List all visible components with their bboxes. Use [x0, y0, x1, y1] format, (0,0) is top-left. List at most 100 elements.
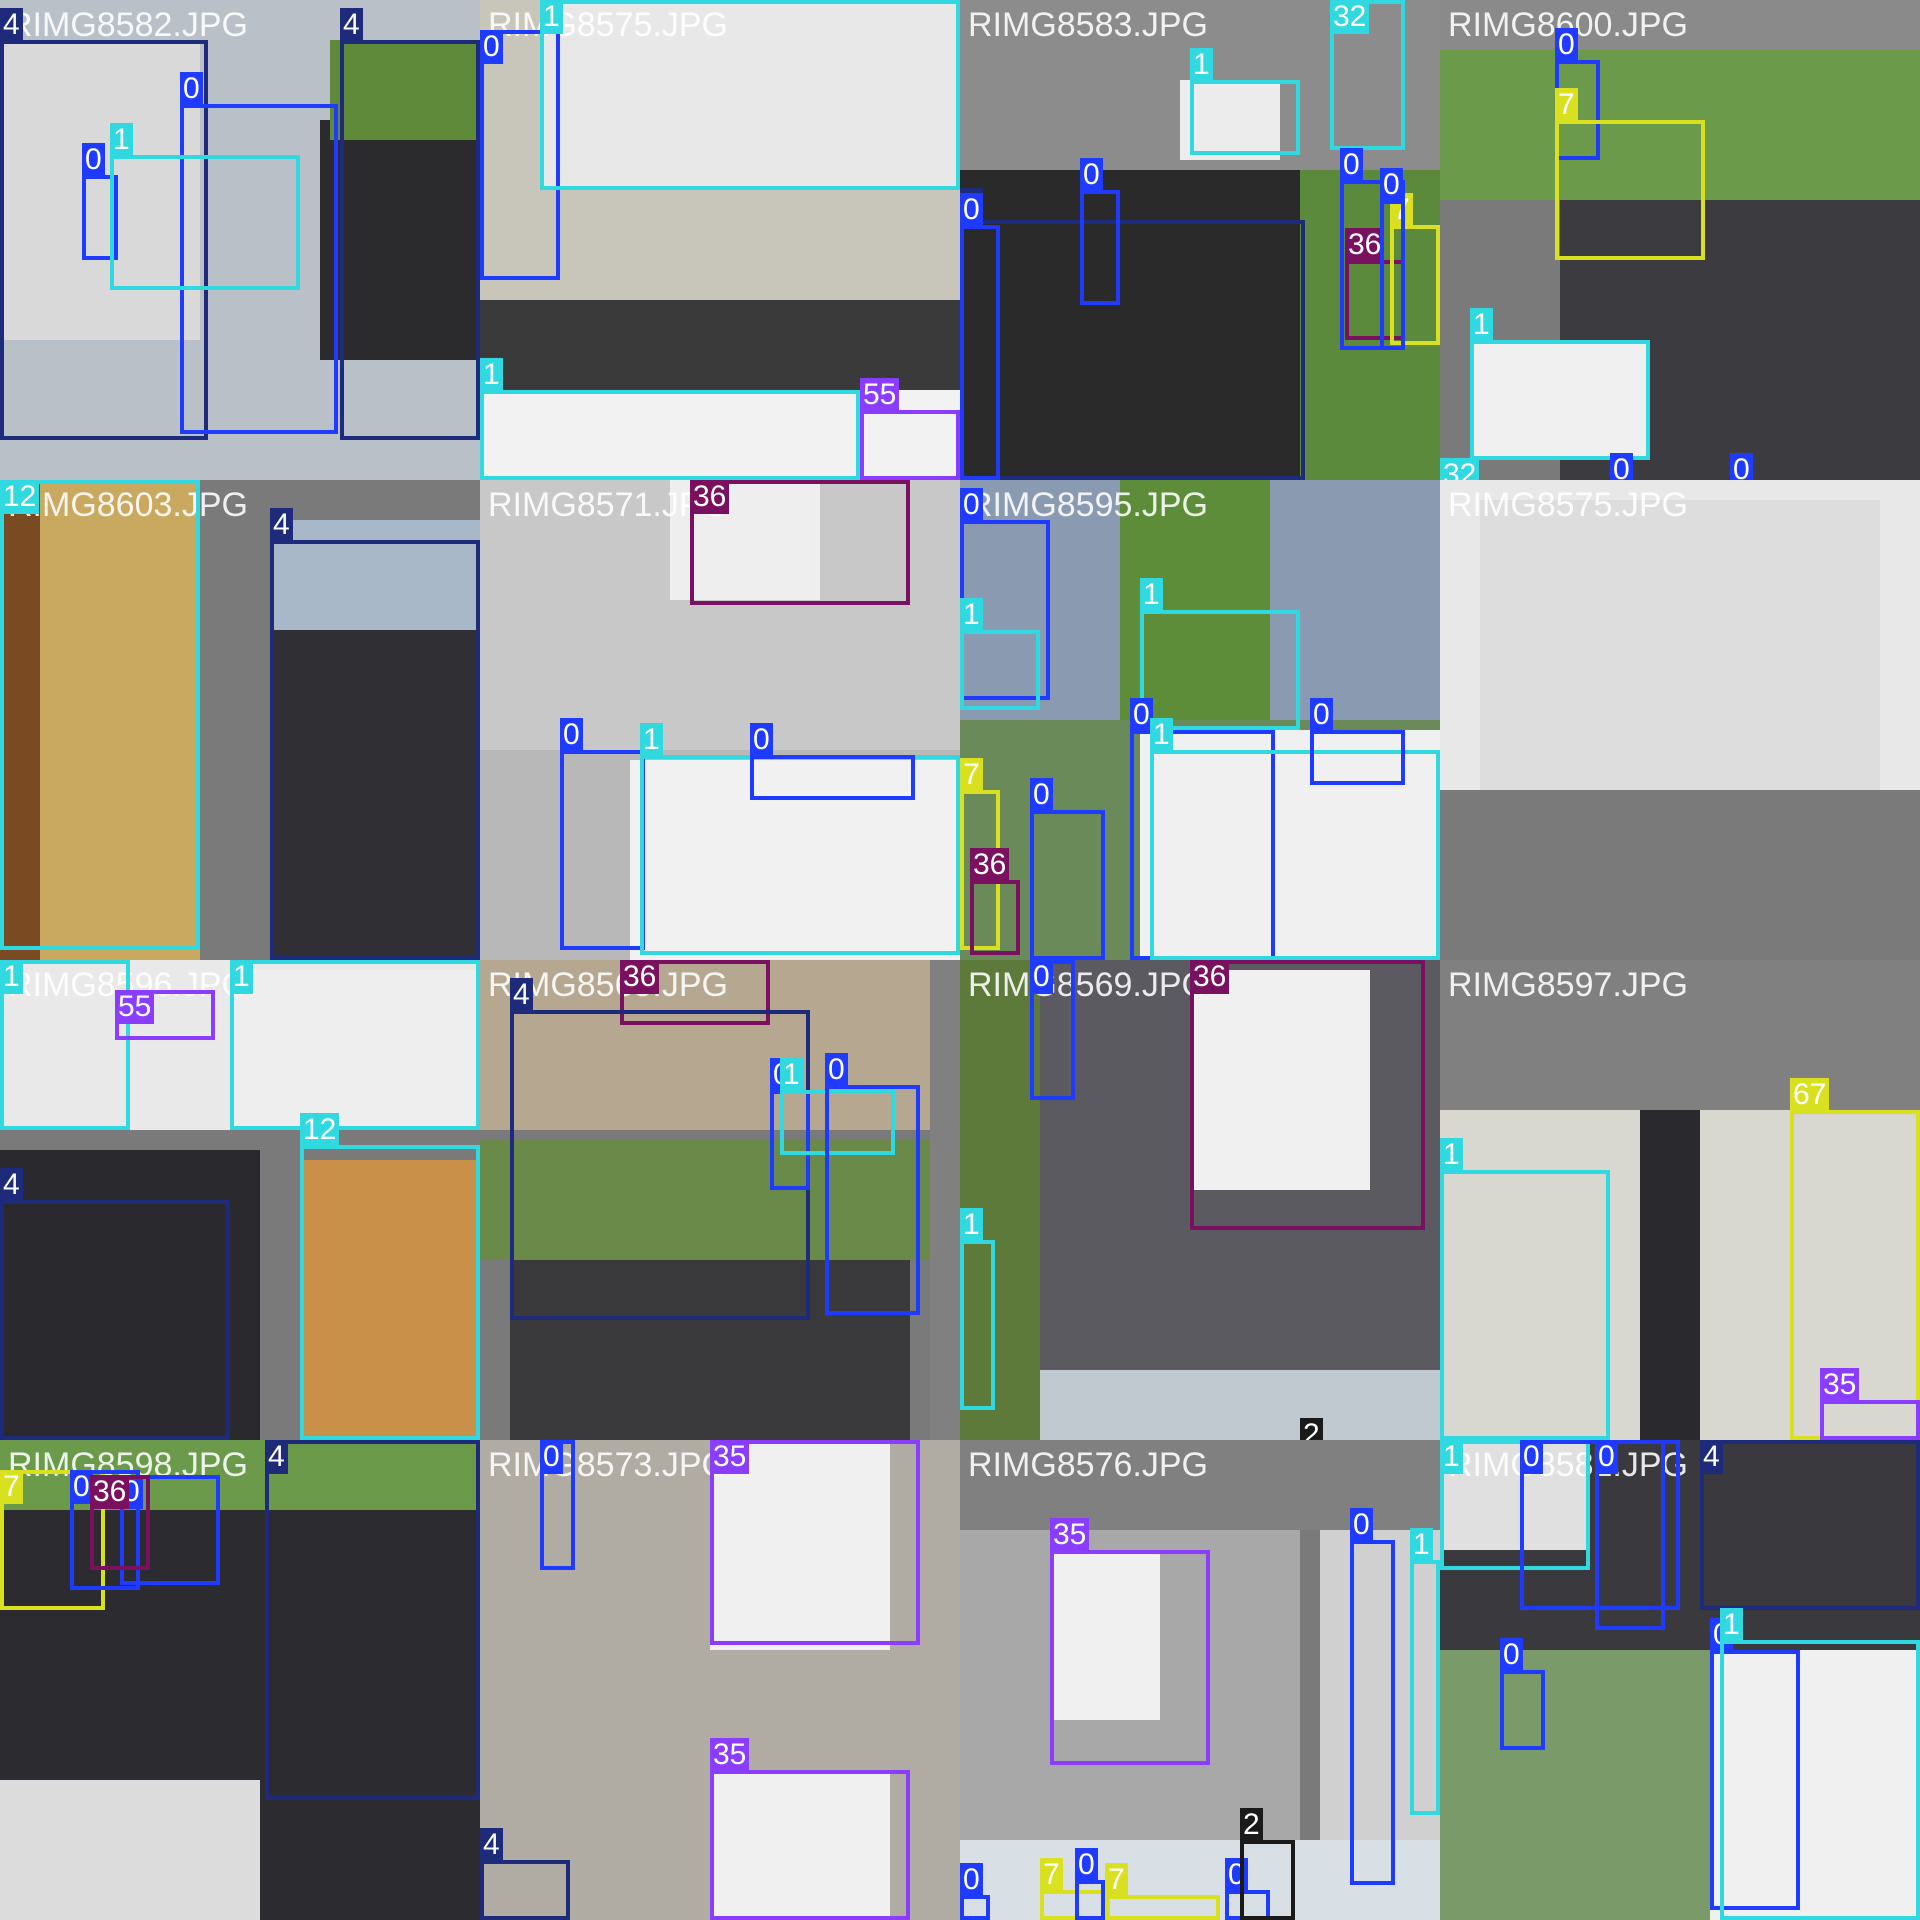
detection-class-label: 0	[1610, 453, 1633, 480]
detection-class-label: 1	[1440, 1440, 1463, 1474]
detection-box: 12	[300, 1113, 480, 1440]
mosaic-tile: RIMG8583.JPG13240036700	[960, 0, 1440, 480]
detection-class-label: 1	[540, 0, 563, 34]
mosaic-tile: RIMG8575.JPG	[1440, 480, 1920, 960]
tile-image-region	[930, 960, 960, 1440]
detection-box: 0	[1075, 1848, 1105, 1920]
mosaic-tile: RIMG8596.JPG 1 55 1 12 4	[0, 960, 480, 1440]
detection-box: 7	[1105, 1863, 1220, 1920]
detection-class-label: 67	[1790, 1078, 1830, 1112]
detection-box: 0	[960, 1863, 990, 1920]
tile-image-region	[1480, 500, 1880, 800]
detection-box: 1	[1190, 48, 1300, 155]
detection-box: 0	[1500, 1638, 1545, 1750]
detection-box: 1	[960, 1208, 995, 1410]
detection-box: 35	[1050, 1518, 1210, 1765]
detection-class-label: 0	[1340, 148, 1363, 182]
detection-class-label: 36	[970, 848, 1010, 882]
detection-box: 1	[230, 960, 480, 1130]
detection-class-label: 36	[90, 1475, 130, 1509]
detection-class-label: 0	[1030, 778, 1053, 812]
mosaic-tile: RIMG8597.JPG 67 1 35	[1440, 960, 1920, 1440]
detection-class-label: 4	[0, 8, 23, 42]
detection-box: 0	[1380, 168, 1405, 350]
tile-filename-label: RIMG8597.JPG	[1448, 966, 1688, 1004]
mosaic-tile: RIMG8600.JPG 0 7 1 32 0 0	[1440, 0, 1920, 480]
detection-class-label: 12	[0, 480, 40, 514]
detection-class-label: 0	[540, 1440, 563, 1474]
detection-box: 1	[0, 960, 130, 1130]
detection-box: 36	[690, 480, 910, 605]
detection-class-label: 35	[710, 1440, 750, 1474]
mosaic-tile: RIMG8575.JPG 0 1 1 55	[480, 0, 960, 480]
mosaic-tile: RIMG8598.JPG 7 0 0 36 4	[0, 1440, 480, 1920]
detection-class-label: 0	[1350, 1508, 1373, 1542]
detection-class-label: 36	[690, 480, 730, 514]
mosaic-tile: RIMG8595.JPG 0 1 1 0 1 7 0 36 0	[960, 480, 1440, 960]
tile-image-region	[1440, 790, 1920, 960]
detection-class-label: 1	[960, 1208, 983, 1242]
mosaic-tile: RIMG8571.JPG 36 0 1 0	[480, 480, 960, 960]
detection-box: 4	[0, 1168, 230, 1440]
detection-class-label: 1	[480, 358, 503, 392]
detection-class-label: 4	[270, 508, 293, 542]
detection-box: 4	[510, 978, 810, 1320]
mosaic-tile: RIMG8565.JPG364010	[480, 960, 960, 1440]
tile-image-region	[0, 1780, 260, 1920]
detection-class-label: 35	[1050, 1518, 1090, 1552]
detection-class-label: 35	[1820, 1368, 1860, 1402]
detection-class-label: 0	[1030, 960, 1053, 994]
detection-class-label: 0	[180, 72, 203, 106]
detection-box: 4	[265, 1440, 480, 1800]
detection-box: 55	[115, 990, 215, 1040]
detection-box: 1	[960, 598, 1040, 710]
tile-filename-label: RIMG8573.JPG	[488, 1446, 728, 1484]
detection-class-label: 1	[1720, 1608, 1743, 1642]
detection-class-label: 0	[750, 723, 773, 757]
detection-class-label: 4	[1700, 1440, 1723, 1474]
detection-class-label: 7	[0, 1470, 23, 1504]
detection-class-label: 7	[1105, 1863, 1128, 1897]
detection-box: 0	[960, 193, 1000, 480]
detection-box: 1	[1410, 1528, 1440, 1815]
detection-class-label: 12	[300, 1113, 340, 1147]
detection-class-label: 36	[620, 960, 660, 994]
detection-class-label: 1	[1470, 308, 1493, 342]
detection-box: 35	[710, 1440, 920, 1645]
detection-box: 1	[480, 358, 860, 480]
detection-box: 0	[1310, 698, 1405, 785]
detection-class-label: 1	[1150, 718, 1173, 752]
detection-class-label: 1	[230, 960, 253, 994]
detection-class-label: 0	[960, 193, 983, 227]
detection-box: 0	[825, 1053, 920, 1315]
detection-box: 35	[710, 1738, 910, 1920]
detection-box: 4	[480, 1828, 570, 1920]
detection-class-label: 1	[1190, 48, 1213, 82]
detection-class-label: 35	[710, 1738, 750, 1772]
detection-class-label: 7	[1040, 1858, 1063, 1892]
detection-box: 32	[1330, 0, 1405, 150]
detection-box: 36	[1190, 960, 1425, 1230]
detection-class-label: 1	[1410, 1528, 1433, 1562]
mosaic-tile: RIMG8603.JPG 12 4	[0, 480, 480, 960]
tile-filename-label: RIMG8575.JPG	[1448, 486, 1688, 524]
tile-filename-label: RIMG8576.JPG	[968, 1446, 1208, 1484]
detection-box: 1	[1720, 1608, 1920, 1920]
detection-class-label: 1	[960, 598, 983, 632]
detection-class-label: 32	[1330, 0, 1370, 34]
detection-box: 4	[270, 508, 480, 960]
detection-class-label: 1	[1440, 1138, 1463, 1172]
detection-box: 0	[1350, 1508, 1395, 1885]
tile-image-region	[1040, 1370, 1440, 1440]
detection-box: 0	[1080, 158, 1120, 305]
detection-class-label: 0	[1555, 28, 1578, 62]
detection-box: 1	[110, 123, 300, 290]
detection-box: 0	[560, 718, 645, 950]
detection-class-label: 4	[340, 8, 363, 42]
detection-class-label: 0	[82, 143, 105, 177]
detection-box: 1	[540, 0, 960, 190]
tile-filename-label: RIMG8583.JPG	[968, 6, 1208, 44]
detection-class-label: 0	[560, 718, 583, 752]
detection-class-label: 1	[780, 1058, 803, 1092]
tile-image-region	[1640, 1110, 1700, 1440]
